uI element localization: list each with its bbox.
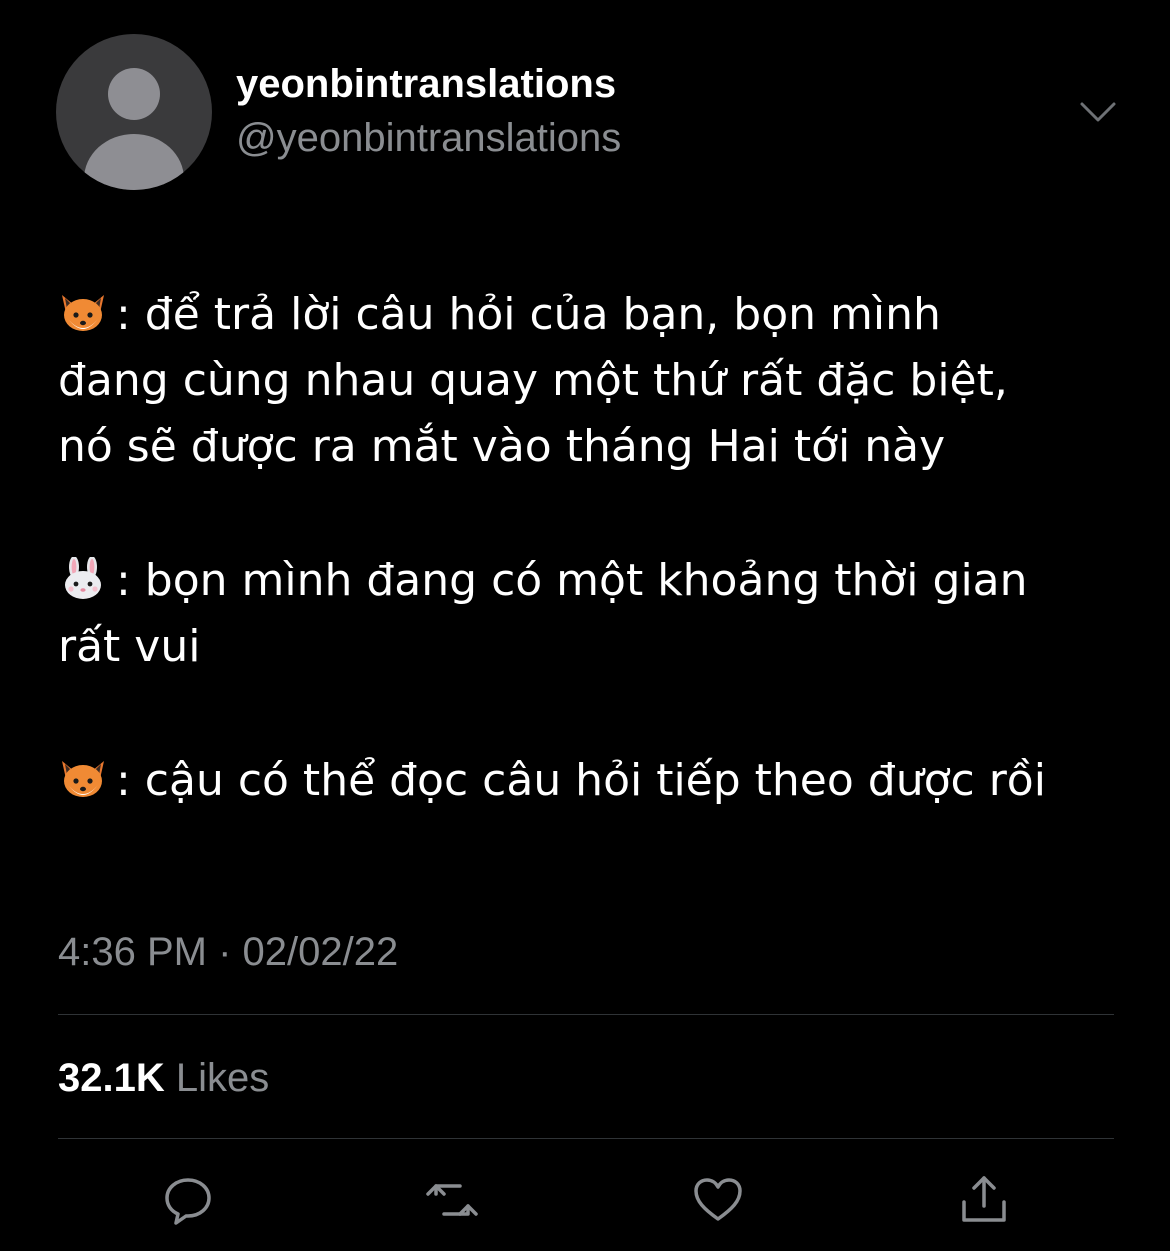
fox-face-emoji: [62, 761, 104, 797]
avatar-head-shape: [108, 68, 160, 120]
tweet-paragraph: : cậu có thể đọc câu hỏi tiếp theo được …: [58, 748, 1138, 814]
display-name[interactable]: yeonbintranslations: [236, 58, 616, 110]
tweet-text: : để trả lời câu hỏi của bạn, bọn mình đ…: [58, 282, 1138, 814]
fox-face-emoji: [62, 295, 104, 331]
like-icon[interactable]: [690, 1172, 746, 1228]
chevron-down-icon[interactable]: [1076, 90, 1120, 134]
tweet-paragraph: : để trả lời câu hỏi của bạn, bọn mình đ…: [58, 289, 1008, 472]
avatar-body-shape: [84, 134, 184, 190]
divider: [58, 1138, 1114, 1139]
tweet-paragraph: : bọn mình đang có một khoảng thời gian …: [58, 555, 1028, 672]
avatar[interactable]: [56, 34, 212, 190]
tweet-detail: yeonbintranslations @yeonbintranslations…: [0, 0, 1170, 1251]
likes-count: 32.1K: [58, 1056, 165, 1100]
tweet-timestamp[interactable]: 4:36 PM · 02/02/22: [58, 926, 398, 978]
likes-label: Likes: [175, 1056, 270, 1100]
rabbit-face-emoji: [65, 557, 101, 599]
reply-icon[interactable]: [160, 1172, 216, 1228]
divider: [58, 1014, 1114, 1015]
likes-stat[interactable]: 32.1K Likes: [58, 1052, 269, 1104]
user-handle[interactable]: @yeonbintranslations: [236, 112, 621, 164]
share-icon[interactable]: [956, 1172, 1012, 1228]
retweet-icon[interactable]: [424, 1172, 480, 1228]
